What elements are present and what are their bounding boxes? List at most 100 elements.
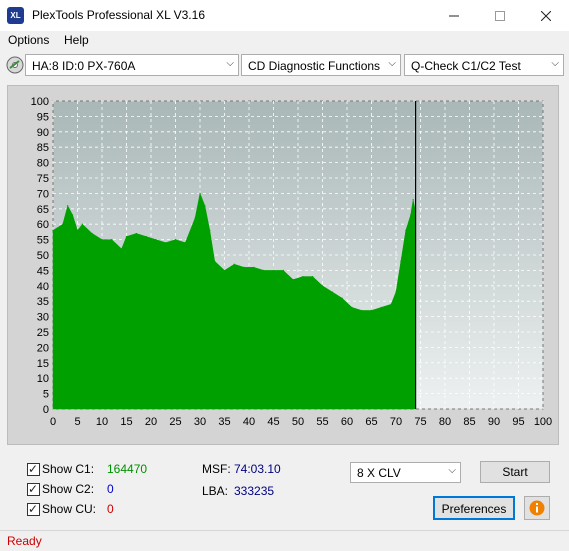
show-c1-label: Show C1: [42, 462, 95, 476]
show-c2-checkbox[interactable] [27, 482, 40, 496]
y-tick-label: 60 [37, 219, 49, 231]
c1-data-point [253, 266, 255, 268]
c1-data-point [52, 229, 54, 231]
c1-data-point [101, 239, 103, 241]
c1-data-point [121, 248, 123, 250]
y-tick-label: 70 [37, 188, 49, 200]
show-c2-label: Show C2: [42, 482, 95, 496]
drive-select[interactable]: HA:8 ID:0 PX-760A ⌵ [25, 54, 239, 76]
c1-data-point [410, 214, 412, 216]
function-select[interactable]: CD Diagnostic Functions ⌵ [241, 54, 401, 76]
preferences-button[interactable]: Preferences [433, 496, 515, 520]
x-tick-label: 35 [218, 416, 230, 428]
c1-data-point [302, 275, 304, 278]
y-tick-label: 15 [37, 358, 49, 370]
show-cu-checkbox[interactable] [27, 502, 40, 516]
c1-data-point [282, 269, 284, 271]
maximize-icon [495, 10, 505, 21]
y-tick-label: 95 [37, 111, 49, 123]
chevron-down-icon: ⌵ [388, 58, 396, 69]
speed-select[interactable]: 8 X CLV ⌵ [350, 462, 461, 483]
lba-value: 333235 [234, 484, 275, 498]
c1-data-point [125, 235, 128, 238]
x-tick-label: 40 [243, 416, 255, 428]
c1-data-point [400, 260, 402, 262]
y-tick-label: 55 [37, 235, 49, 247]
x-tick-label: 55 [316, 416, 328, 428]
status-text: Ready [7, 534, 42, 548]
show-c1-checkbox[interactable] [27, 462, 40, 476]
minimize-button[interactable] [431, 0, 477, 31]
x-tick-label: 10 [96, 416, 108, 428]
x-tick-label: 25 [169, 416, 181, 428]
close-icon [541, 10, 551, 21]
menu-options[interactable]: Options [8, 33, 49, 47]
c1-data-point [204, 205, 206, 207]
c1-data-point [72, 214, 74, 216]
x-tick-label: 80 [439, 416, 451, 428]
y-tick-label: 85 [37, 142, 49, 154]
minimize-icon [449, 15, 459, 16]
y-tick-label: 0 [43, 404, 49, 416]
c1-data-point [361, 309, 363, 312]
c1-data-point [209, 229, 211, 231]
c1-data-point [321, 285, 324, 287]
c1-data-point [184, 242, 186, 244]
c1-data-point [331, 291, 333, 293]
status-bar: Ready [0, 530, 569, 551]
start-button[interactable]: Start [480, 461, 550, 483]
c1-data-point [194, 217, 196, 219]
y-tick-label: 90 [37, 127, 49, 139]
x-tick-label: 20 [145, 416, 157, 428]
test-select-value: Q-Check C1/C2 Test [411, 59, 521, 73]
c1-data-point [405, 229, 407, 231]
x-tick-label: 70 [390, 416, 402, 428]
y-tick-label: 35 [37, 296, 49, 308]
c1-data-point [165, 242, 167, 244]
c1-data-point [145, 235, 147, 238]
x-tick-label: 90 [488, 416, 500, 428]
y-tick-label: 80 [37, 158, 49, 170]
title-bar: XL PlexTools Professional XL V3.16 [0, 0, 569, 31]
chart-panel: 0 5 10 15 20 25 30 35 40 45 50 55 60 65 70 75 80 85 90 95 10… [7, 85, 559, 445]
show-cu-label: Show CU: [42, 502, 97, 516]
c1-data-point [62, 223, 64, 225]
c1-data-point [312, 275, 314, 278]
x-tick-label: 65 [365, 416, 377, 428]
c1-data-point [135, 232, 137, 235]
function-select-value: CD Diagnostic Functions [248, 59, 381, 73]
menu-bar: Options Help [0, 31, 569, 51]
x-tick-label: 0 [50, 416, 56, 428]
c2-count: 0 [107, 482, 114, 496]
maximize-button[interactable] [477, 0, 523, 31]
c1-data-point [233, 263, 235, 265]
c1-data-point [351, 306, 353, 308]
x-tick-label: 5 [74, 416, 80, 428]
test-select[interactable]: Q-Check C1/C2 Test ⌵ [404, 54, 564, 76]
drive-select-value: HA:8 ID:0 PX-760A [32, 59, 136, 73]
y-tick-label: 30 [37, 312, 49, 324]
info-button[interactable] [524, 496, 550, 520]
y-tick-label: 20 [37, 342, 49, 354]
c1-data-point [155, 239, 157, 241]
c1-data-point [395, 291, 397, 293]
c1-data-point [263, 269, 265, 271]
msf-label: MSF: [202, 462, 231, 476]
info-icon [529, 500, 545, 516]
c1-data-point [292, 279, 294, 281]
window-title: PlexTools Professional XL V3.16 [32, 8, 205, 22]
x-tick-label: 95 [512, 416, 524, 428]
menu-help[interactable]: Help [64, 33, 89, 47]
close-button[interactable] [523, 0, 569, 31]
c1-data-point [272, 269, 275, 271]
disc-drive-icon [6, 56, 24, 74]
x-tick-label: 60 [341, 416, 353, 428]
c1-data-point [111, 239, 113, 241]
c1-data-point [370, 309, 373, 312]
y-tick-label: 45 [37, 265, 49, 277]
y-tick-label: 10 [37, 373, 49, 385]
y-tick-label: 40 [37, 281, 49, 293]
c1-data-point [81, 223, 83, 225]
y-tick-label: 75 [37, 173, 49, 185]
y-tick-label: 50 [37, 250, 49, 262]
